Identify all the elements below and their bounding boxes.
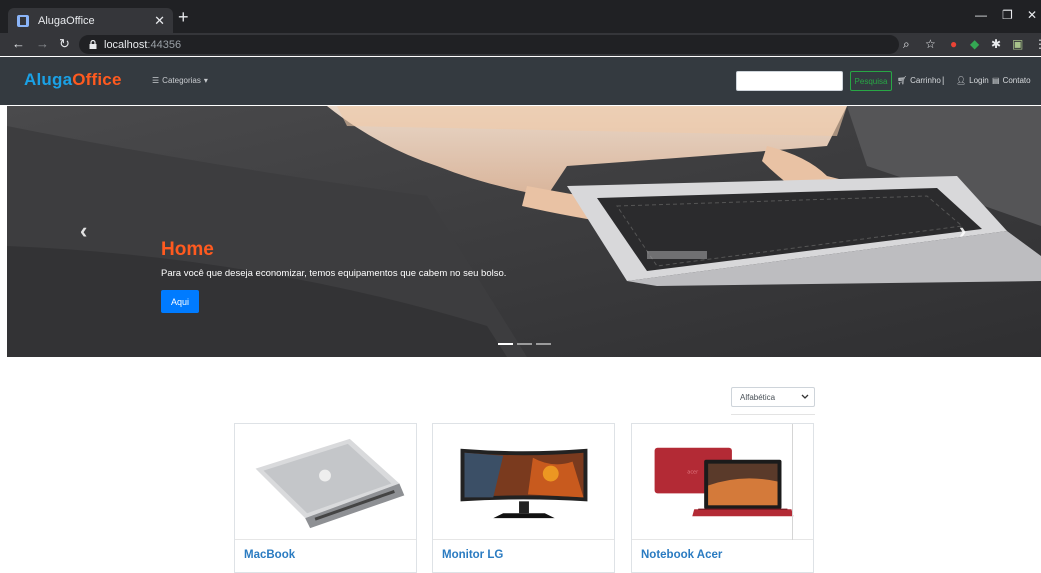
- product-card[interactable]: MacBook: [234, 423, 417, 573]
- product-name[interactable]: Monitor LG: [442, 549, 503, 561]
- site-navbar: AlugaOffice ☰ Categorias ▾ Pesquisa 🛒︎ C…: [0, 57, 1041, 105]
- url-host: localhost: [104, 38, 148, 51]
- carousel-indicator[interactable]: [536, 343, 551, 345]
- contact-link[interactable]: ▤ Contato: [992, 76, 1031, 85]
- svg-text:acer: acer: [687, 470, 699, 476]
- brand-part-1: Aluga: [24, 70, 73, 89]
- caret-down-icon: ▾: [203, 76, 208, 85]
- chevron-down-icon: [801, 394, 809, 399]
- nav-separator: |: [942, 75, 945, 85]
- extension-icon[interactable]: ◆: [970, 37, 979, 51]
- login-label: Login: [969, 76, 989, 85]
- hero-carousel: ‹ › Home Para você que deseja economizar…: [7, 106, 1041, 357]
- contact-icon: ▤: [992, 76, 1000, 85]
- browser-tab[interactable]: AlugaOffice ✕: [8, 8, 173, 33]
- carousel-caption: Para você que deseja economizar, temos e…: [161, 268, 507, 279]
- divider: [731, 414, 815, 415]
- brand-logo[interactable]: AlugaOffice: [24, 70, 122, 90]
- lock-icon: [89, 40, 97, 49]
- product-name[interactable]: Notebook Acer: [641, 549, 722, 561]
- close-tab-icon[interactable]: ✕: [154, 13, 165, 29]
- carousel-title: Home: [161, 239, 214, 260]
- search-button[interactable]: Pesquisa: [850, 71, 892, 91]
- reload-icon[interactable]: ↻: [59, 36, 70, 52]
- puzzle-icon[interactable]: ✱: [991, 37, 1001, 51]
- zoom-icon[interactable]: ⌕: [903, 37, 910, 52]
- laptop-silver-image: [235, 438, 416, 540]
- cart-icon: 🛒︎: [897, 76, 908, 85]
- red-laptop-image: acer: [632, 447, 813, 540]
- address-bar[interactable]: localhost:44356: [79, 35, 899, 54]
- search-input[interactable]: [736, 71, 843, 91]
- page-icon: [17, 14, 29, 27]
- cart-link[interactable]: 🛒︎ Carrinho: [897, 76, 941, 85]
- extension-icon[interactable]: ●: [950, 37, 957, 51]
- carousel-next-icon[interactable]: ›: [959, 218, 966, 244]
- carousel-indicator[interactable]: [517, 343, 532, 345]
- sort-select[interactable]: Alfabética: [731, 387, 815, 407]
- minimize-icon[interactable]: —: [975, 8, 987, 22]
- star-icon[interactable]: ☆: [925, 37, 936, 51]
- categories-dropdown[interactable]: ☰ Categorias ▾: [152, 76, 208, 85]
- sort-selected-value: Alfabética: [740, 392, 776, 402]
- restore-icon[interactable]: ❐: [1002, 8, 1013, 22]
- back-icon[interactable]: ←: [12, 36, 25, 51]
- menu-icon[interactable]: ⋮: [1034, 37, 1041, 51]
- carousel-indicator[interactable]: [498, 343, 513, 345]
- carousel-cta-button[interactable]: Aqui: [161, 290, 199, 313]
- product-card[interactable]: acer Notebook Acer: [631, 423, 814, 573]
- carousel-prev-icon[interactable]: ‹: [80, 218, 87, 244]
- close-window-icon[interactable]: ✕: [1027, 8, 1037, 22]
- categories-label: Categorias: [162, 76, 201, 85]
- brand-part-2: Office: [72, 70, 122, 89]
- new-tab-icon[interactable]: +: [178, 8, 189, 26]
- product-name[interactable]: MacBook: [244, 549, 295, 561]
- card-divider: [792, 424, 793, 540]
- user-icon: 👤︎: [956, 76, 967, 85]
- contact-label: Contato: [1002, 76, 1031, 85]
- browser-tab-bar: AlugaOffice ✕ + — ❐ ✕: [0, 0, 1041, 33]
- tab-title: AlugaOffice: [38, 14, 95, 27]
- hero-image: [7, 106, 1041, 357]
- monitor-image: [433, 448, 614, 540]
- browser-toolbar: ← → ↻ localhost:44356 ⌕ ☆ ● ◆ ✱ ▣ ⋮: [0, 33, 1041, 56]
- login-link[interactable]: 👤︎ Login: [956, 76, 989, 85]
- product-card[interactable]: Monitor LG: [432, 423, 615, 573]
- forward-icon[interactable]: →: [36, 36, 49, 51]
- list-icon: ☰: [152, 76, 160, 85]
- profile-icon[interactable]: ▣: [1012, 37, 1023, 51]
- cart-label: Carrinho: [910, 76, 941, 85]
- url-port: :44356: [147, 38, 182, 51]
